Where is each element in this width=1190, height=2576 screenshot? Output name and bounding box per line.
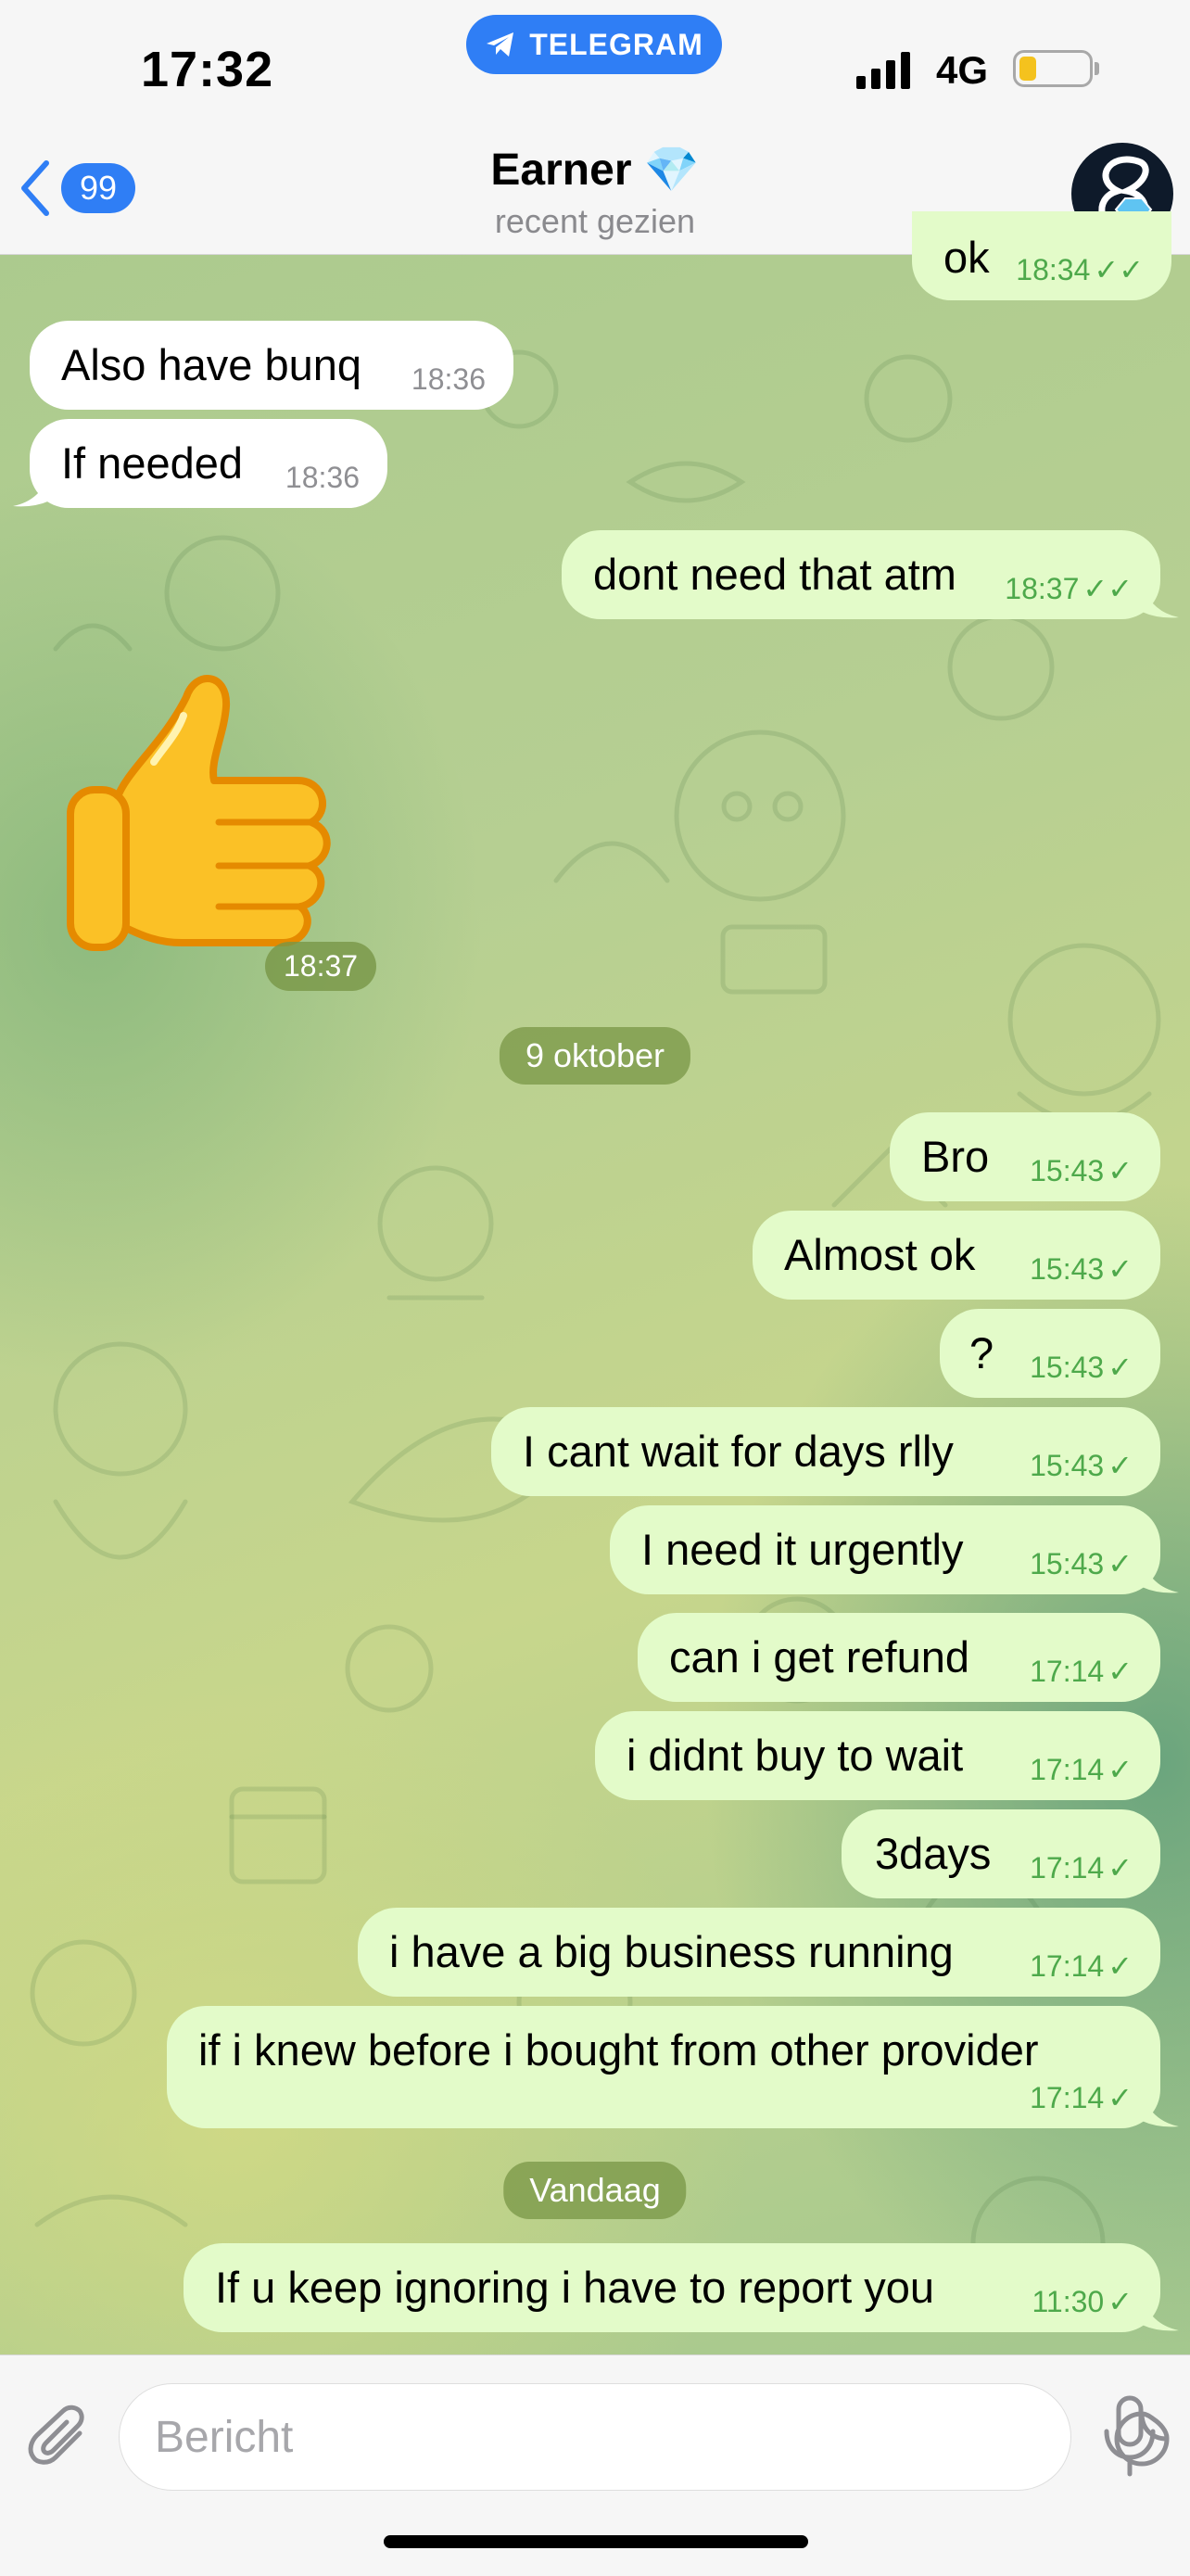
bubble-tail-outgoing — [1142, 2297, 1179, 2331]
message-meta: 18:37 ✓✓ — [1005, 571, 1133, 606]
message-meta: 18:34 ✓✓ — [1016, 252, 1144, 287]
message-text: can i get refund — [669, 1632, 969, 1681]
date-separator: Vandaag — [503, 2162, 687, 2219]
message-text: Bro — [921, 1132, 990, 1181]
message-bubble[interactable]: If needed 18:36 — [30, 419, 387, 508]
message-meta: 15:43 ✓ — [1030, 1153, 1133, 1188]
check-icon: ✓ — [1108, 2081, 1133, 2114]
chat-title[interactable]: Earner 💎 — [0, 143, 1190, 196]
message-text: if i knew before i bought from other pro… — [198, 2025, 1039, 2075]
message-text: ok — [943, 233, 990, 282]
return-to-telegram-pill[interactable]: TELEGRAM — [466, 15, 722, 74]
message-meta: 15:43 ✓ — [1030, 1546, 1133, 1581]
message-text: If u keep ignoring i have to report you — [215, 2263, 934, 2312]
message-meta: 17:14 ✓ — [1030, 1850, 1133, 1885]
check-icon: ✓ — [1108, 1753, 1133, 1786]
double-check-icon: ✓✓ — [1082, 572, 1133, 605]
message-meta: 17:14 ✓ — [1030, 2080, 1133, 2115]
message-bubble[interactable]: dont need that atm 18:37 ✓✓ — [562, 530, 1160, 619]
message-meta: 17:14 ✓ — [1030, 1654, 1133, 1689]
message-time: 11:30 — [1032, 2284, 1105, 2318]
message-meta: 17:14 ✓ — [1030, 1948, 1133, 1984]
check-icon: ✓ — [1108, 1449, 1133, 1482]
message-time: 18:34 — [1016, 252, 1091, 286]
message-meta: 15:43 ✓ — [1030, 1251, 1133, 1287]
message-bubble[interactable]: 3days 17:14 ✓ — [842, 1809, 1160, 1898]
message-time: 17:14 — [1030, 1948, 1105, 1983]
check-icon: ✓ — [1108, 1851, 1133, 1884]
message-time: 18:37 — [1005, 571, 1080, 605]
check-icon: ✓ — [1108, 1252, 1133, 1286]
message-bubble[interactable]: ? 15:43 ✓ — [940, 1309, 1160, 1398]
battery-tip — [1095, 62, 1099, 75]
message-bubble[interactable]: Bro 15:43 ✓ — [890, 1112, 1160, 1201]
double-check-icon: ✓✓ — [1094, 253, 1144, 286]
message-bubble[interactable]: ok 18:34 ✓✓ — [912, 211, 1171, 300]
check-icon: ✓ — [1108, 1154, 1133, 1187]
message-input[interactable] — [153, 2406, 972, 2468]
bubble-tail-outgoing — [1142, 1559, 1179, 1593]
message-bubble[interactable]: If u keep ignoring i have to report you … — [184, 2243, 1160, 2332]
message-meta: 17:14 ✓ — [1030, 1752, 1133, 1787]
paperclip-icon[interactable] — [26, 2404, 93, 2470]
message-text: If needed — [61, 438, 244, 488]
message-meta: 18:36 — [285, 461, 360, 495]
message-meta: 18:36 — [411, 362, 486, 397]
message-time: 15:43 — [1030, 1448, 1105, 1482]
message-time: 17:14 — [1030, 1752, 1105, 1786]
message-text: I cant wait for days rlly — [523, 1427, 954, 1476]
message-meta: 15:43 ✓ — [1030, 1448, 1133, 1483]
status-bar: 17:32 TELEGRAM 4G — [0, 0, 1190, 130]
date-separator: 9 oktober — [499, 1027, 691, 1085]
message-time: 17:14 — [1030, 1654, 1105, 1688]
message-time: 18:36 — [285, 461, 360, 494]
bubble-tail-outgoing — [1142, 2093, 1179, 2127]
message-time: 17:14 — [1030, 1850, 1105, 1884]
message-text: ? — [969, 1328, 994, 1377]
message-bubble[interactable]: can i get refund 17:14 ✓ — [638, 1613, 1160, 1702]
message-bubble[interactable]: Also have bunq 18:36 — [30, 321, 513, 410]
check-icon: ✓ — [1108, 1655, 1133, 1688]
check-icon: ✓ — [1108, 1547, 1133, 1580]
message-time: 15:43 — [1030, 1251, 1105, 1286]
check-icon: ✓ — [1108, 2285, 1133, 2318]
message-bubble[interactable]: i didnt buy to wait 17:14 ✓ — [595, 1711, 1160, 1800]
network-type: 4G — [936, 48, 989, 92]
message-meta: 15:43 ✓ — [1030, 1350, 1133, 1385]
message-time: 18:36 — [411, 362, 486, 396]
message-time: 15:43 — [1030, 1350, 1105, 1384]
return-pill-label: TELEGRAM — [529, 27, 703, 61]
cellular-signal-icon — [856, 48, 910, 89]
thumbs-up-sticker[interactable] — [61, 660, 358, 966]
message-text: I need it urgently — [641, 1525, 964, 1574]
message-time: 17:14 — [1030, 2080, 1105, 2114]
message-input-container[interactable] — [119, 2383, 1170, 2491]
sticker-time: 18:37 — [265, 942, 377, 991]
message-text: Also have bunq — [61, 340, 362, 389]
message-text: i have a big business running — [389, 1927, 954, 1976]
message-time: 15:43 — [1030, 1153, 1105, 1187]
home-indicator[interactable] — [384, 2535, 808, 2548]
message-text: dont need that atm — [593, 550, 956, 599]
battery-icon — [1013, 50, 1093, 87]
check-icon: ✓ — [1108, 1351, 1133, 1384]
message-meta: 11:30 ✓ — [1032, 2284, 1133, 2319]
message-bubble[interactable]: if i knew before i bought from other pro… — [167, 2006, 1160, 2128]
message-time: 15:43 — [1030, 1546, 1105, 1580]
bubble-tail-outgoing — [1142, 584, 1179, 618]
message-bubble[interactable]: I need it urgently 15:43 ✓ — [610, 1505, 1160, 1594]
telegram-plane-icon — [487, 32, 514, 57]
message-bubble[interactable]: I cant wait for days rlly 15:43 ✓ — [491, 1407, 1160, 1496]
message-bubble[interactable]: i have a big business running 17:14 ✓ — [358, 1908, 1160, 1997]
message-text: 3days — [875, 1829, 992, 1878]
check-icon: ✓ — [1108, 1949, 1133, 1983]
message-bubble[interactable]: Almost ok 15:43 ✓ — [753, 1211, 1160, 1300]
status-clock: 17:32 — [141, 42, 274, 97]
bubble-tail-incoming — [13, 473, 50, 507]
microphone-icon[interactable] — [1101, 2394, 1158, 2478]
message-text: i didnt buy to wait — [627, 1731, 964, 1780]
message-text: Almost ok — [784, 1230, 976, 1279]
